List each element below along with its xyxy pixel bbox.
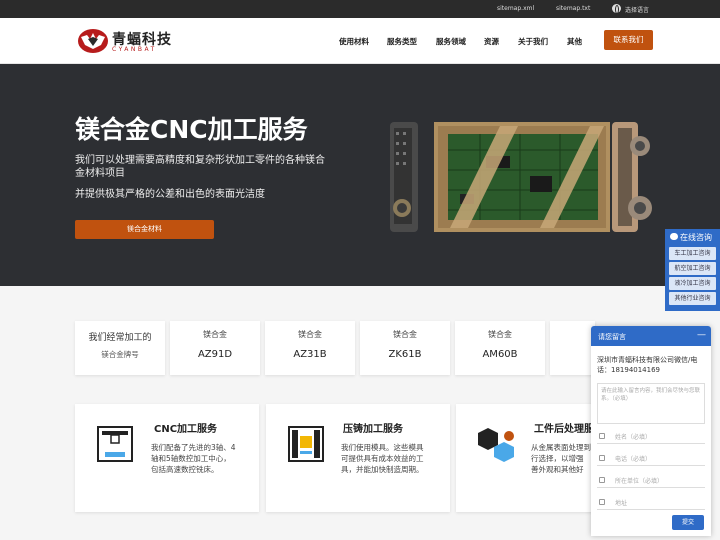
user-icon <box>599 433 605 439</box>
service-card-die-casting[interactable]: 压铸加工服务 我们使用模具。这些模具 可提供具有成本效益的工 具，并能加快制造周… <box>266 404 450 512</box>
bat-logo-icon[interactable] <box>77 27 109 55</box>
grade-card[interactable]: 镁 A <box>550 321 595 375</box>
name-placeholder: 姓名（必填） <box>615 434 652 441</box>
building-icon <box>599 477 605 483</box>
phone-icon <box>599 455 605 461</box>
grade-label: 镁合金 <box>488 330 512 339</box>
hero-title: 镁合金CNC加工服务 <box>75 115 308 144</box>
grades-intro-card: 我们经常加工的 镁合金牌号 <box>75 321 165 375</box>
grades-row: 我们经常加工的 镁合金牌号 镁合金 AZ91D 镁合金 AZ31B 镁合金 ZK… <box>75 321 595 375</box>
cnc-machine-icon <box>97 426 133 462</box>
nav-service-fields[interactable]: 服务领域 <box>436 36 466 47</box>
top-utility-bar: sitemap.xml sitemap.txt 选择语言 <box>0 0 720 18</box>
address-field[interactable]: 地址 <box>597 494 705 510</box>
sitemap-xml-link[interactable]: sitemap.xml <box>497 5 534 12</box>
grade-label: 镁合金 <box>298 330 322 339</box>
service-title: 工件后处理服 <box>534 424 594 435</box>
service-card-cnc[interactable]: CNC加工服务 我们配备了先进的3轴、4 轴和5轴数控加工中心， 包括高速数控铣… <box>75 404 259 512</box>
service-text-line: 我们使用模具。这些模具 <box>341 443 424 452</box>
sitemap-txt-link[interactable]: sitemap.txt <box>556 5 590 12</box>
grade-card[interactable]: 镁合金 ZK61B <box>360 321 450 375</box>
magnesium-materials-button[interactable]: 镁合金材料 <box>75 220 214 239</box>
service-text-line: 包括高速数控铣床。 <box>151 465 219 474</box>
submit-button[interactable]: 提交 <box>672 515 704 530</box>
message-content-input[interactable]: 请在此输入留言内容，我们会尽快与您联系。（必填） <box>597 383 705 424</box>
grade-label: 镁 <box>550 329 595 340</box>
hero-banner: 镁合金CNC加工服务 我们可以处理需要高精度和复杂形状加工零件的各种镁合金材料项… <box>0 64 720 286</box>
name-field[interactable]: 姓名（必填） <box>597 428 705 444</box>
grade-code: ZK61B <box>388 349 422 360</box>
consult-item[interactable]: 其他行业咨询 <box>669 292 716 305</box>
post-processing-icon <box>478 428 514 462</box>
phone-field[interactable]: 电话（必填） <box>597 450 705 466</box>
service-text-line: 可提供具有成本效益的工 <box>341 454 424 463</box>
grade-code: AZ31B <box>293 349 327 360</box>
company-contact-info: 深圳市青蝠科技有限公司微信/电话：18194014169 <box>597 356 698 374</box>
contact-button[interactable]: 联系我们 <box>604 30 653 50</box>
minimize-button[interactable]: — <box>697 330 706 340</box>
hero-product-image <box>390 122 652 232</box>
nav-about[interactable]: 关于我们 <box>518 36 548 47</box>
nav-materials[interactable]: 使用材料 <box>339 36 369 47</box>
message-panel-title: 请您留言 <box>598 333 626 341</box>
company-placeholder: 所在单位（必填） <box>615 478 664 485</box>
language-selector[interactable]: 选择语言 <box>625 5 649 14</box>
leave-message-panel: 请您留言 — 深圳市青蝠科技有限公司微信/电话：18194014169 请在此输… <box>591 326 711 536</box>
nav-resources[interactable]: 资源 <box>484 36 499 47</box>
service-title: CNC加工服务 <box>154 424 218 435</box>
consult-item[interactable]: 液冷加工咨询 <box>669 277 716 290</box>
nav-service-types[interactable]: 服务类型 <box>387 36 417 47</box>
globe-icon <box>612 4 621 14</box>
site-header: 青蝠科技 CYANBAT 使用材料 服务类型 服务领域 资源 关于我们 其他 联… <box>0 18 720 64</box>
phone-placeholder: 电话（必填） <box>615 456 652 463</box>
grade-code: AZ91D <box>197 349 233 360</box>
grade-code: A <box>550 349 595 360</box>
service-text-line: 从金属表面处理到 <box>531 443 591 452</box>
service-text-line: 轴和5轴数控加工中心， <box>151 454 231 463</box>
service-title: 压铸加工服务 <box>343 424 403 435</box>
service-card-post-processing[interactable]: 工件后处理服 从金属表面处理到 行选择，以增强 善外观和其他好 <box>456 404 606 512</box>
grade-label: 镁合金 <box>393 330 417 339</box>
die-casting-icon <box>288 426 324 462</box>
grade-label: 镁合金 <box>203 330 227 339</box>
company-field[interactable]: 所在单位（必填） <box>597 472 705 488</box>
hero-description-2: 并提供极其严格的公差和出色的表面光洁度 <box>75 189 265 200</box>
hero-description: 我们可以处理需要高精度和复杂形状加工零件的各种镁合金材料项目 <box>75 155 325 179</box>
grade-card[interactable]: 镁合金 AZ31B <box>265 321 355 375</box>
service-text-line: 我们配备了先进的3轴、4 <box>151 443 236 452</box>
brand-name-en: CYANBAT <box>112 46 157 53</box>
consult-item[interactable]: 航空加工咨询 <box>669 262 716 275</box>
address-placeholder: 地址 <box>615 500 628 507</box>
nav-other[interactable]: 其他 <box>567 36 582 47</box>
online-consult-panel: 在线咨询 车工加工咨询 航空加工咨询 液冷加工咨询 其他行业咨询 <box>665 229 720 311</box>
grades-intro-line-2: 镁合金牌号 <box>101 350 139 359</box>
grade-card[interactable]: 镁合金 AZ91D <box>170 321 260 375</box>
service-text-line: 行选择，以增强 <box>531 454 584 463</box>
grade-code: AM60B <box>482 349 518 360</box>
location-icon <box>599 499 605 505</box>
consult-item[interactable]: 车工加工咨询 <box>669 247 716 260</box>
service-text-line: 善外观和其他好 <box>531 465 584 474</box>
service-text-line: 具，并能加快制造周期。 <box>341 465 424 474</box>
online-consult-title[interactable]: 在线咨询 <box>680 232 712 243</box>
chat-bubble-icon <box>670 233 678 240</box>
grades-intro-line-1: 我们经常加工的 <box>88 333 152 343</box>
message-panel-header: 请您留言 — <box>591 326 711 346</box>
grade-card[interactable]: 镁合金 AM60B <box>455 321 545 375</box>
